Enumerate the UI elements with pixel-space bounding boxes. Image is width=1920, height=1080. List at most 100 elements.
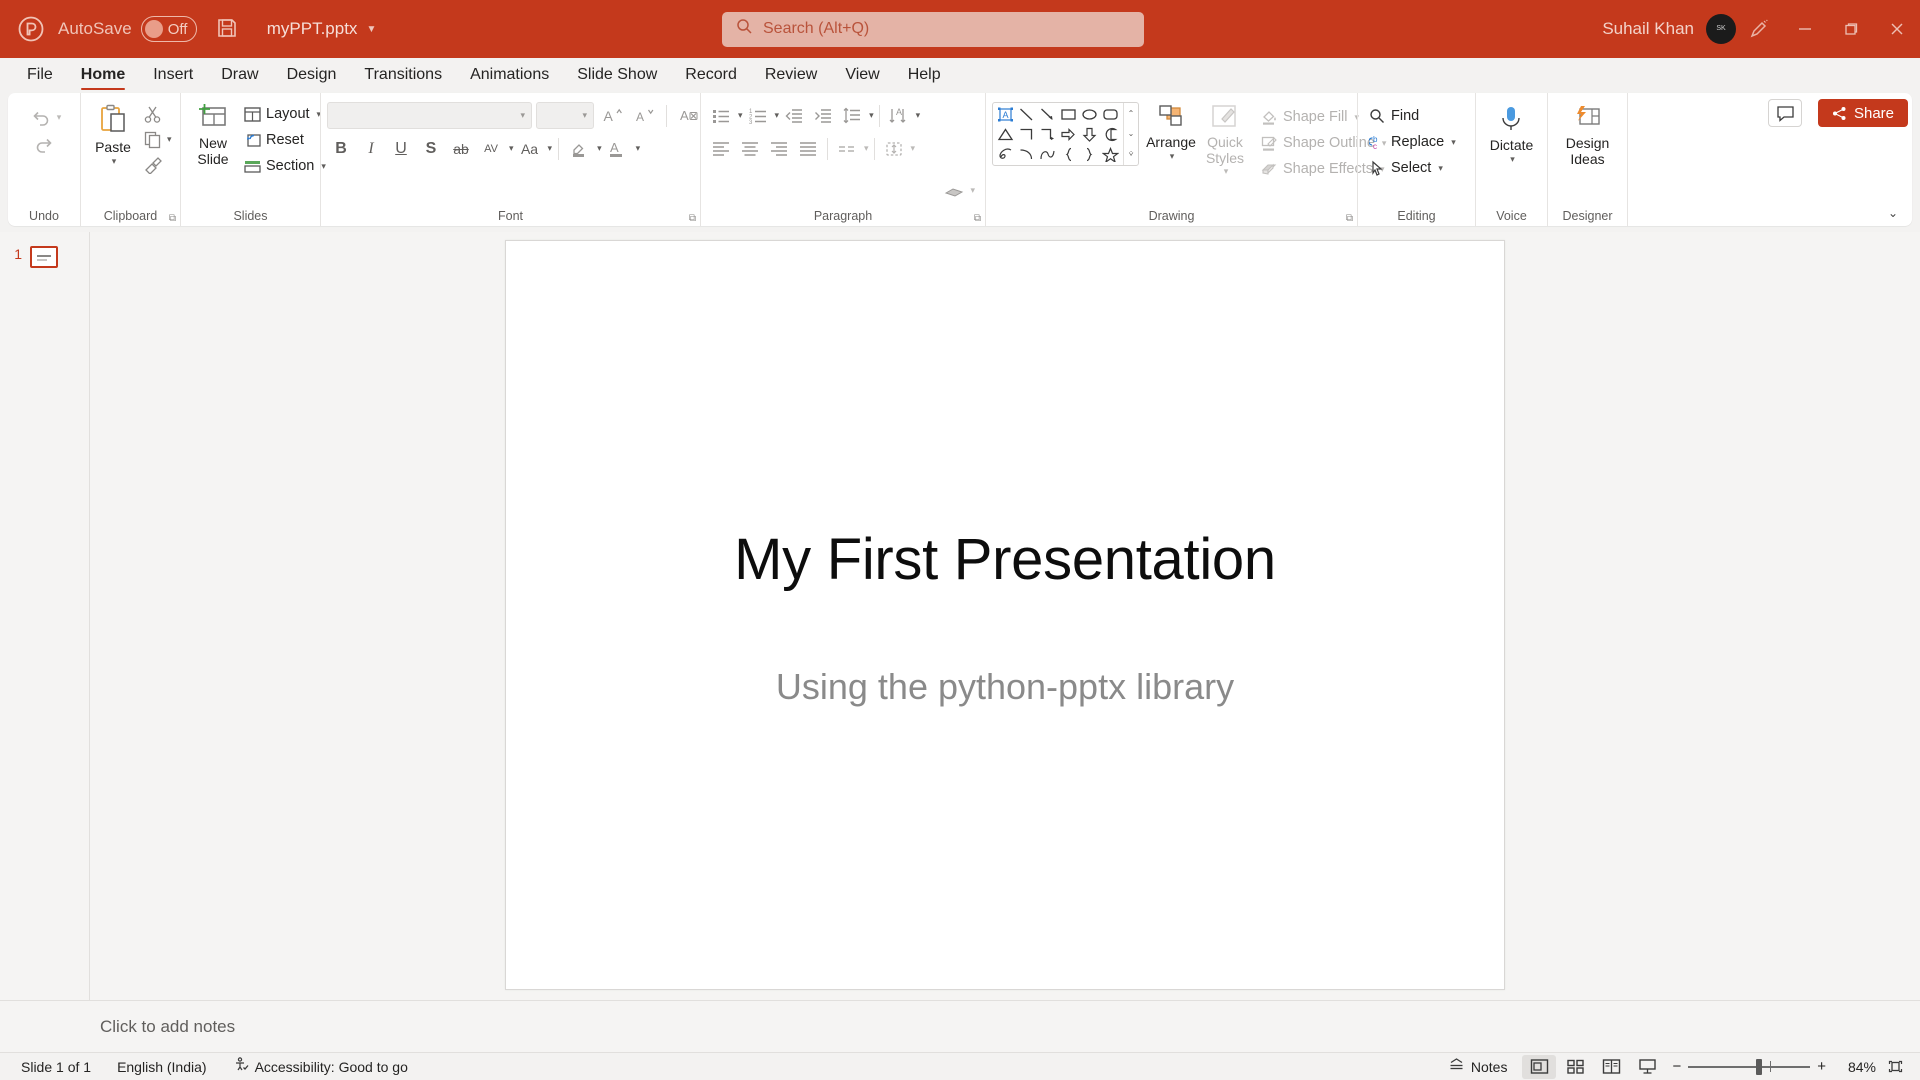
align-left-icon[interactable]: [707, 135, 735, 162]
font-name-input[interactable]: ▾: [327, 102, 532, 129]
text-direction-chevron-icon[interactable]: ▾: [916, 110, 921, 121]
smartart-icon[interactable]: [940, 177, 968, 204]
dictate-button[interactable]: Dictate ▾: [1483, 102, 1541, 168]
quick-styles-button[interactable]: Quick Styles ▾: [1199, 101, 1251, 180]
notes-pane[interactable]: Click to add notes: [0, 1000, 1920, 1052]
chevron-down-icon[interactable]: ▼: [366, 24, 376, 35]
language-indicator[interactable]: English (India): [104, 1059, 220, 1075]
fit-to-window-icon[interactable]: [1878, 1055, 1912, 1079]
scroll-up-icon[interactable]: ⌃: [1128, 109, 1135, 118]
font-color-icon[interactable]: A: [604, 135, 632, 162]
quick-styles-chevron-icon[interactable]: ▾: [1224, 166, 1229, 177]
slide-show-icon[interactable]: [1630, 1055, 1664, 1079]
arrow-icon[interactable]: [1037, 104, 1058, 124]
oval-icon[interactable]: [1079, 104, 1100, 124]
undo-dropdown-chevron-icon[interactable]: ▾: [57, 112, 62, 123]
right-brace-icon[interactable]: [1079, 144, 1100, 164]
tab-help[interactable]: Help: [895, 62, 954, 91]
document-title[interactable]: myPPT.pptx ▼: [267, 19, 377, 39]
align-right-icon[interactable]: [765, 135, 793, 162]
tab-draw[interactable]: Draw: [208, 62, 271, 91]
format-painter-icon[interactable]: [139, 152, 165, 177]
numbering-chevron-icon[interactable]: ▾: [775, 110, 780, 121]
decrease-indent-icon[interactable]: [780, 102, 808, 129]
tab-transitions[interactable]: Transitions: [351, 62, 455, 91]
slide-thumbnail-pane[interactable]: 1: [0, 232, 90, 1000]
scribble-icon[interactable]: [995, 144, 1016, 164]
tab-design[interactable]: Design: [274, 62, 350, 91]
rectangle-icon[interactable]: [1058, 104, 1079, 124]
tab-animations[interactable]: Animations: [457, 62, 562, 91]
collapse-ribbon-button[interactable]: ⌄: [1888, 206, 1898, 220]
tab-home[interactable]: Home: [68, 62, 138, 91]
line-spacing-chevron-icon[interactable]: ▾: [869, 110, 874, 121]
tab-slide-show[interactable]: Slide Show: [564, 62, 670, 91]
shapes-gallery[interactable]: A ⌃ ⌄ ⩒: [992, 102, 1139, 166]
font-name-chevron-icon[interactable]: ▾: [520, 110, 525, 121]
change-case-button[interactable]: Aa: [516, 135, 544, 162]
scroll-down-icon[interactable]: ⌄: [1128, 129, 1135, 138]
zoom-out-button[interactable]: −: [1672, 1058, 1681, 1075]
highlight-chevron-icon[interactable]: ▾: [597, 143, 602, 154]
character-spacing-button[interactable]: AV: [477, 135, 505, 162]
thumbnail-item[interactable]: 1: [0, 246, 58, 268]
comments-button[interactable]: [1768, 99, 1802, 127]
slide-title[interactable]: My First Presentation: [506, 526, 1504, 593]
font-color-chevron-icon[interactable]: ▾: [636, 143, 641, 154]
shapes-gallery-scrollbar[interactable]: ⌃ ⌄ ⩒: [1123, 103, 1138, 165]
save-icon[interactable]: [215, 16, 241, 42]
change-case-chevron-icon[interactable]: ▾: [548, 143, 553, 154]
drawing-dialog-launcher[interactable]: ⧉: [1346, 213, 1353, 224]
tab-view[interactable]: View: [832, 62, 892, 91]
underline-button[interactable]: U: [387, 135, 415, 162]
text-direction-icon[interactable]: A: [885, 102, 913, 129]
reset-button[interactable]: Reset: [239, 127, 331, 153]
redo-arrow-icon[interactable]: [30, 131, 58, 158]
curve-icon[interactable]: [1037, 144, 1058, 164]
slide-thumbnail[interactable]: [30, 246, 58, 268]
shrink-font-icon[interactable]: A: [630, 102, 658, 129]
tab-insert[interactable]: Insert: [140, 62, 206, 91]
clear-formatting-icon[interactable]: A: [675, 102, 703, 129]
font-size-chevron-icon[interactable]: ▾: [582, 110, 587, 121]
align-center-icon[interactable]: [736, 135, 764, 162]
increase-indent-icon[interactable]: [809, 102, 837, 129]
columns-chevron-icon[interactable]: ▾: [864, 143, 869, 154]
arrange-chevron-icon[interactable]: ▾: [1170, 151, 1175, 162]
pen-ink-icon[interactable]: [1736, 0, 1782, 58]
undo-arrow-icon[interactable]: [27, 104, 55, 131]
paste-button[interactable]: Paste ▾: [87, 100, 139, 170]
align-text-icon[interactable]: [880, 135, 908, 162]
zoom-track[interactable]: [1688, 1058, 1811, 1075]
select-chevron-icon[interactable]: ▾: [1438, 163, 1443, 174]
strikethrough-button[interactable]: ab: [447, 135, 475, 162]
slide-subtitle[interactable]: Using the python-pptx library: [506, 666, 1504, 708]
font-size-input[interactable]: ▾: [536, 102, 594, 129]
line-spacing-icon[interactable]: [838, 102, 866, 129]
design-ideas-button[interactable]: Design Ideas: [1554, 102, 1621, 170]
grow-font-icon[interactable]: A: [598, 102, 626, 129]
tab-record[interactable]: Record: [672, 62, 750, 91]
dictate-chevron-icon[interactable]: ▾: [1510, 154, 1515, 165]
copy-icon[interactable]: [139, 127, 165, 152]
replace-chevron-icon[interactable]: ▾: [1451, 137, 1456, 148]
bullets-chevron-icon[interactable]: ▾: [738, 110, 743, 121]
text-box-icon[interactable]: A: [995, 104, 1016, 124]
minimize-button[interactable]: [1782, 0, 1828, 58]
star-icon[interactable]: [1100, 144, 1121, 164]
section-button[interactable]: Section ▾: [239, 153, 331, 179]
autosave-control[interactable]: AutoSave Off: [58, 16, 197, 42]
paragraph-dialog-launcher[interactable]: ⧉: [974, 213, 981, 224]
text-highlight-icon[interactable]: [565, 135, 593, 162]
italic-button[interactable]: I: [357, 135, 385, 162]
elbow-connector-icon[interactable]: [1016, 124, 1037, 144]
search-input[interactable]: Search (Alt+Q): [722, 11, 1144, 47]
line-icon[interactable]: [1016, 104, 1037, 124]
pie-shape-icon[interactable]: [1100, 124, 1121, 144]
arrange-button[interactable]: Arrange ▾: [1145, 101, 1197, 165]
smartart-chevron-icon[interactable]: ▾: [970, 185, 975, 196]
text-shadow-button[interactable]: S: [417, 135, 445, 162]
rounded-rectangle-icon[interactable]: [1100, 104, 1121, 124]
share-button[interactable]: Share: [1817, 99, 1908, 127]
accessibility-status[interactable]: Accessibility: Good to go: [220, 1057, 421, 1076]
